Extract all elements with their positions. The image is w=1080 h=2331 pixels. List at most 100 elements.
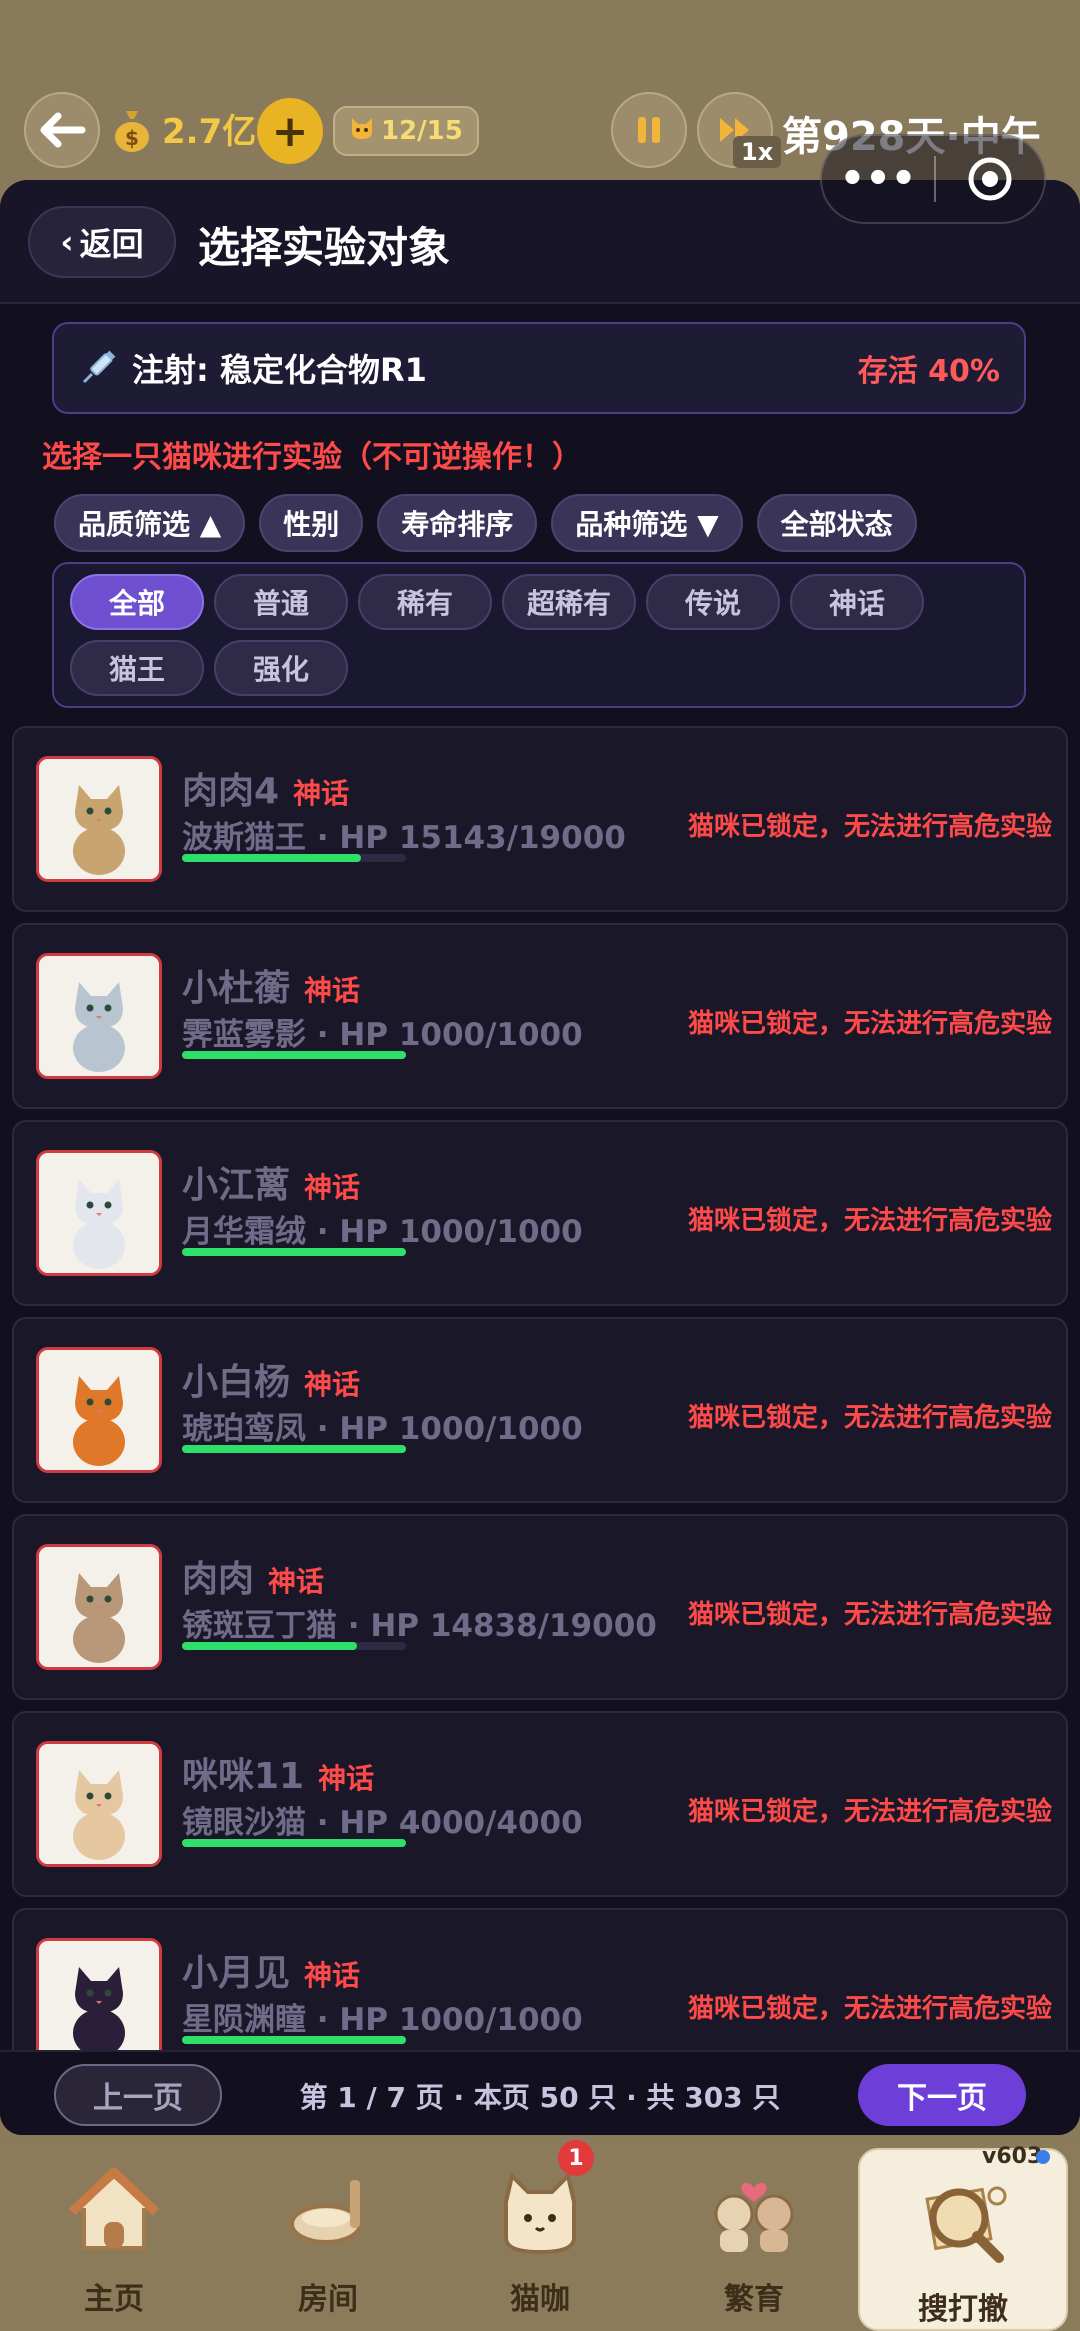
pause-icon: [638, 117, 660, 143]
lifespan-sort-button[interactable]: 寿命排序: [377, 494, 538, 552]
cat-card[interactable]: 肉肉 神话 锈斑豆丁猫 · HP 14838/19000 猫咪已锁定，无法进行高危…: [12, 1514, 1068, 1700]
locked-status: 猫咪已锁定，无法进行高危实验: [687, 1797, 1052, 1827]
chip-cat-king[interactable]: 猫王: [70, 640, 204, 696]
back-label: 返回: [79, 225, 144, 263]
cat-name-row: 咪咪11 神话: [182, 1747, 374, 1799]
nav-label-room: 房间: [298, 2282, 358, 2317]
back-button[interactable]: ‹ 返回: [28, 206, 176, 278]
cat-name: 小江蓠: [182, 1165, 291, 1206]
chevron-left-icon: ‹: [60, 223, 74, 261]
pause-button[interactable]: [611, 92, 687, 168]
hp-bar: [182, 1642, 406, 1650]
breed-filter-button[interactable]: 品种筛选 ▼: [551, 494, 743, 552]
injection-label: 注射: 稳定化合物R1: [132, 351, 427, 389]
hp-bar: [182, 854, 406, 862]
svg-text:$: $: [125, 126, 139, 150]
cat-portrait-icon: [39, 1350, 159, 1470]
cat-breed-hp: 镜眼沙猫 · HP 4000/4000: [182, 1805, 583, 1841]
hp-bar-fill: [182, 854, 362, 862]
cat-breed-hp: 霁蓝雾影 · HP 1000/1000: [182, 1017, 583, 1053]
locked-status: 猫咪已锁定，无法进行高危实验: [687, 1206, 1052, 1236]
breeding-icon: [714, 2182, 794, 2252]
close-miniprogram-button[interactable]: [936, 155, 1044, 203]
nav-room[interactable]: 房间: [228, 2140, 428, 2331]
cat-rarity: 神话: [268, 1565, 325, 1598]
nav-label-breeding: 繁育: [724, 2282, 784, 2317]
cat-breed-hp: 月华霜绒 · HP 1000/1000: [182, 1214, 583, 1250]
cat-rarity: 神话: [293, 777, 350, 810]
cat-name: 咪咪11: [182, 1756, 305, 1797]
locked-status: 猫咪已锁定，无法进行高危实验: [687, 1994, 1052, 2024]
cat-name-row: 小白杨 神话: [182, 1353, 360, 1405]
next-page-button[interactable]: 下一页: [858, 2064, 1026, 2126]
cat-portrait-icon: [39, 1941, 159, 2061]
chip-enhanced[interactable]: 强化: [214, 640, 348, 696]
house-icon: [68, 2167, 160, 2250]
cat-name: 小白杨: [182, 1362, 291, 1403]
cat-portrait-icon: [39, 759, 159, 879]
nav-breeding[interactable]: 繁育: [654, 2140, 854, 2331]
hp-bar-fill: [182, 1445, 406, 1453]
quality-filter-button[interactable]: 品质筛选 ▲: [54, 494, 246, 552]
cat-face-icon: [349, 116, 375, 147]
cat-card[interactable]: 小白杨 神话 琥珀鸾凤 · HP 1000/1000 猫咪已锁定，无法进行高危实验: [12, 1317, 1068, 1503]
filter-bar: 品质筛选 ▲ 性别 寿命排序 品种筛选 ▼ 全部状态: [54, 494, 917, 552]
cat-card[interactable]: 小杜蘅 神话 霁蓝雾影 · HP 1000/1000 猫咪已锁定，无法进行高危实验: [12, 923, 1068, 1109]
survival-rate: 存活 40%: [857, 354, 1000, 389]
irreversible-warning: 选择一只猫咪进行实验（不可逆操作！）: [42, 440, 582, 475]
more-menu-button[interactable]: •••: [822, 156, 934, 202]
hp-bar: [182, 2036, 406, 2044]
cat-breed-hp: 锈斑豆丁猫 · HP 14838/19000: [182, 1608, 657, 1644]
chip-super-rare[interactable]: 超稀有: [502, 574, 636, 630]
cat-capacity-badge: 12/15: [333, 106, 479, 156]
miniprogram-capsule: •••: [820, 134, 1046, 224]
cat-portrait: [36, 1938, 162, 2064]
locked-status: 猫咪已锁定，无法进行高危实验: [687, 1600, 1052, 1630]
back-arrow-button[interactable]: [24, 92, 100, 168]
cat-rarity: 神话: [304, 974, 361, 1007]
cat-portrait: [36, 1347, 162, 1473]
cat-portrait-icon: [39, 1547, 159, 1667]
locked-status: 猫咪已锁定，无法进行高危实验: [687, 812, 1052, 842]
hp-bar: [182, 1248, 406, 1256]
hp-bar-fill: [182, 2036, 406, 2044]
hp-bar: [182, 1839, 406, 1847]
cat-portrait: [36, 1544, 162, 1670]
nav-search-raid[interactable]: 搜打撤: [858, 2148, 1068, 2331]
chip-common[interactable]: 普通: [214, 574, 348, 630]
chip-mythic[interactable]: 神话: [790, 574, 924, 630]
hp-bar: [182, 1051, 406, 1059]
cat-card[interactable]: 小江蓠 神话 月华霜绒 · HP 1000/1000 猫咪已锁定，无法进行高危实验: [12, 1120, 1068, 1306]
experiment-target-panel: ‹ 返回 选择实验对象 注射: 稳定化合物R1 存活 40% 选择一只猫咪进行实…: [0, 180, 1080, 2135]
cat-name-row: 肉肉 神话: [182, 1550, 324, 1602]
add-coins-button[interactable]: +: [257, 98, 323, 164]
cat-rarity: 神话: [304, 1959, 361, 1992]
gender-filter-button[interactable]: 性别: [259, 494, 364, 552]
cat-portrait-icon: [39, 1153, 159, 1273]
cat-portrait: [36, 1741, 162, 1867]
cat-card[interactable]: 咪咪11 神话 镜眼沙猫 · HP 4000/4000 猫咪已锁定，无法进行高危实…: [12, 1711, 1068, 1897]
speed-indicator: 1x: [733, 136, 782, 168]
target-close-icon: [968, 157, 1012, 201]
cat-portrait-icon: [39, 1744, 159, 1864]
injection-info-card: 注射: 稳定化合物R1 存活 40%: [52, 322, 1026, 414]
chip-legendary[interactable]: 传说: [646, 574, 780, 630]
bottom-nav: 主页 房间 1 猫咖 繁育 搜打撤: [0, 2140, 1080, 2331]
chip-rare[interactable]: 稀有: [358, 574, 492, 630]
status-filter-button[interactable]: 全部状态: [756, 494, 917, 552]
cat-name: 肉肉4: [182, 771, 280, 812]
nav-cat-cafe[interactable]: 1 猫咖: [440, 2140, 640, 2331]
cat-list: 肉肉4 神话 波斯猫王 · HP 15143/19000 猫咪已锁定，无法进行高危…: [12, 726, 1068, 2105]
cat-rarity: 神话: [304, 1368, 361, 1401]
cat-rarity: 神话: [304, 1171, 361, 1204]
room-icon: [290, 2180, 362, 2244]
nav-home[interactable]: 主页: [14, 2140, 214, 2331]
hp-bar: [182, 1445, 406, 1453]
hp-bar-fill: [182, 1051, 406, 1059]
cat-breed-hp: 琥珀鸾凤 · HP 1000/1000: [182, 1411, 583, 1447]
cat-rarity: 神话: [318, 1762, 375, 1795]
nav-label-cat-cafe: 猫咖: [510, 2282, 570, 2317]
cat-card[interactable]: 肉肉4 神话 波斯猫王 · HP 15143/19000 猫咪已锁定，无法进行高危…: [12, 726, 1068, 912]
chip-all[interactable]: 全部: [70, 574, 204, 630]
notification-badge: 1: [558, 2140, 594, 2176]
